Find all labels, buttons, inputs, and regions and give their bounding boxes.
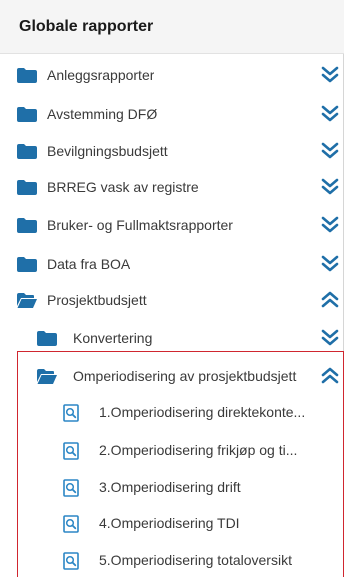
- double-chevron-down-icon[interactable]: [320, 104, 340, 124]
- report-search-icon: [63, 515, 79, 533]
- double-chevron-up-icon[interactable]: [320, 290, 340, 310]
- subfolder-row-konvertering[interactable]: Konvertering: [0, 321, 344, 357]
- global-reports-panel: Globale rapporter Anleggsrapporter Avste…: [0, 0, 344, 577]
- report-label: 1.Omperiodisering direktekonte...: [99, 404, 306, 420]
- report-row-5[interactable]: 5.Omperiodisering totaloversikt: [0, 543, 344, 579]
- panel-title: Globale rapporter: [19, 18, 154, 35]
- panel-header: Globale rapporter: [0, 0, 344, 54]
- folder-open-icon: [37, 369, 57, 384]
- folder-label: Avstemming DFØ: [47, 106, 158, 122]
- subfolder-label: Omperiodisering av prosjektbudsjett: [73, 368, 297, 384]
- subfolder-row-omperiodisering[interactable]: Omperiodisering av prosjektbudsjett: [0, 359, 344, 395]
- report-search-icon: [63, 404, 79, 422]
- report-label: 5.Omperiodisering totaloversikt: [99, 552, 292, 568]
- folder-row-bruker-fullmakt[interactable]: Bruker- og Fullmaktsrapporter: [0, 208, 344, 244]
- folder-open-icon: [17, 293, 37, 308]
- folder-label: Prosjektbudsjett: [47, 292, 147, 308]
- report-search-icon: [63, 552, 79, 570]
- folder-label: Bruker- og Fullmaktsrapporter: [47, 217, 233, 233]
- folder-label: Data fra BOA: [47, 256, 131, 272]
- folder-icon: [17, 180, 37, 195]
- report-search-icon: [63, 442, 79, 460]
- folder-icon: [17, 68, 37, 83]
- report-label: 2.Omperiodisering frikjøp og ti...: [99, 442, 298, 458]
- folder-row-prosjektbudsjett[interactable]: Prosjektbudsjett: [0, 283, 344, 319]
- report-row-2[interactable]: 2.Omperiodisering frikjøp og ti...: [0, 433, 344, 469]
- report-label: 3.Omperiodisering drift: [99, 479, 241, 495]
- double-chevron-down-icon[interactable]: [320, 215, 340, 235]
- subfolder-label: Konvertering: [73, 330, 153, 346]
- double-chevron-down-icon[interactable]: [320, 254, 340, 274]
- report-search-icon: [63, 479, 79, 497]
- folder-row-anleggsrapporter[interactable]: Anleggsrapporter: [0, 58, 344, 94]
- double-chevron-down-icon[interactable]: [320, 177, 340, 197]
- folder-row-data-fra-boa[interactable]: Data fra BOA: [0, 247, 344, 283]
- folder-row-brreg-vask[interactable]: BRREG vask av registre: [0, 170, 344, 206]
- folder-icon: [17, 257, 37, 272]
- folder-label: BRREG vask av registre: [47, 179, 199, 195]
- folder-icon: [17, 144, 37, 159]
- folder-label: Bevilgningsbudsjett: [47, 143, 168, 159]
- folder-icon: [17, 218, 37, 233]
- folder-row-bevilgningsbudsjett[interactable]: Bevilgningsbudsjett: [0, 134, 344, 170]
- folder-label: Anleggsrapporter: [47, 67, 155, 83]
- double-chevron-down-icon[interactable]: [320, 141, 340, 161]
- folder-icon: [37, 331, 57, 346]
- double-chevron-down-icon[interactable]: [320, 65, 340, 85]
- double-chevron-down-icon[interactable]: [320, 328, 340, 348]
- report-row-3[interactable]: 3.Omperiodisering drift: [0, 470, 344, 506]
- report-row-1[interactable]: 1.Omperiodisering direktekonte...: [0, 395, 344, 431]
- folder-icon: [17, 107, 37, 122]
- report-label: 4.Omperiodisering TDI: [99, 515, 240, 531]
- report-row-4[interactable]: 4.Omperiodisering TDI: [0, 506, 344, 542]
- double-chevron-up-icon[interactable]: [320, 366, 340, 386]
- folder-row-avstemming-dfo[interactable]: Avstemming DFØ: [0, 97, 344, 133]
